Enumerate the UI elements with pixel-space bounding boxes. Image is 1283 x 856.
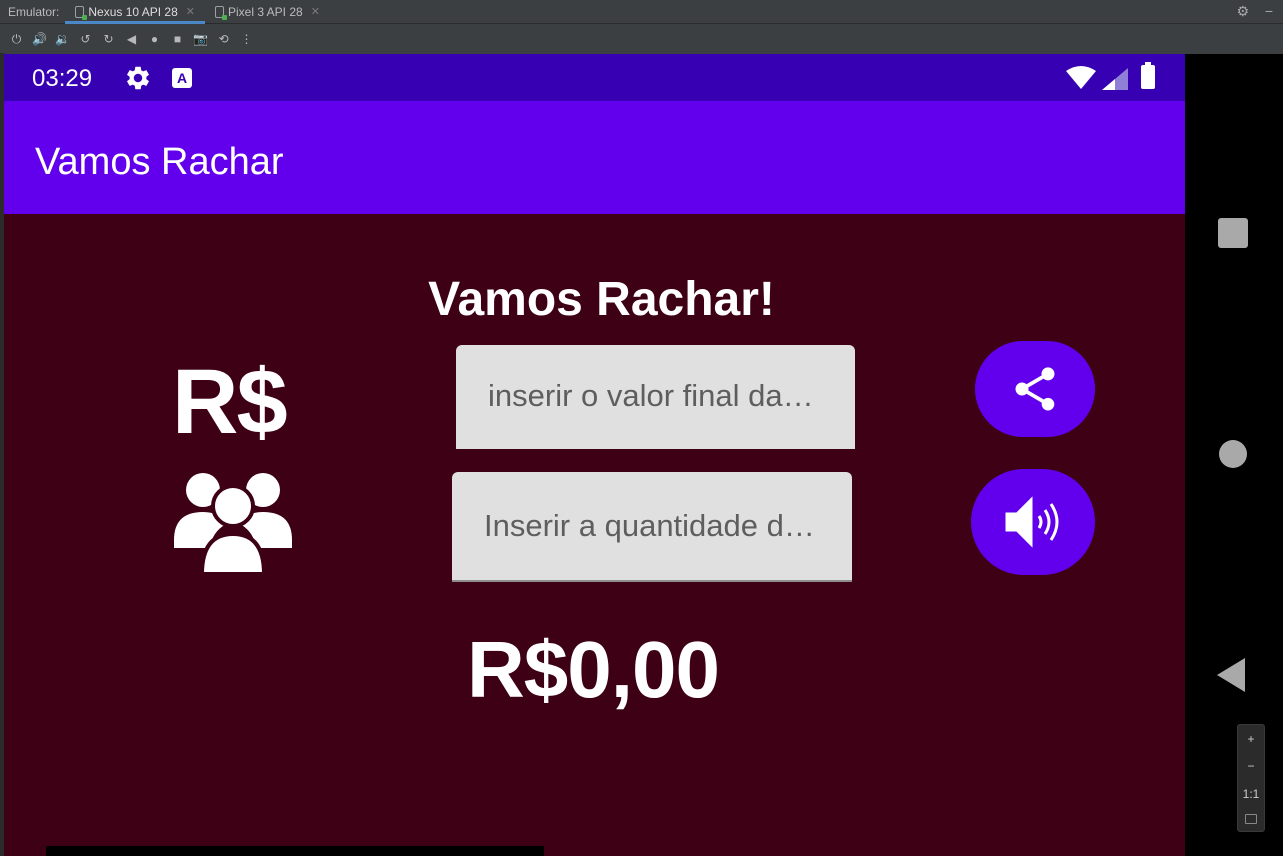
device-side-panel: + − 1:1 — [1185, 54, 1283, 856]
rotate-left-icon[interactable]: ↺ — [77, 31, 94, 48]
device-screen: 03:29 A Vamos Rachar Vamos Rachar! R$ in… — [4, 54, 1185, 856]
speak-result-button[interactable] — [971, 469, 1095, 575]
speaker-icon — [1005, 496, 1059, 548]
settings-icon — [127, 66, 149, 90]
tab-pixel-3[interactable]: Pixel 3 API 28 ✕ — [205, 0, 330, 24]
result-value: R$0,00 — [467, 625, 720, 714]
page-heading: Vamos Rachar! — [428, 273, 775, 326]
home-nav-icon[interactable] — [1219, 440, 1247, 468]
rotate-right-icon[interactable]: ↻ — [100, 31, 117, 48]
people-count-field[interactable] — [452, 472, 852, 582]
tab-label: Pixel 3 API 28 — [227, 4, 303, 19]
people-count-input[interactable] — [484, 508, 852, 544]
home-icon[interactable]: ● — [146, 31, 163, 48]
app-bar: Vamos Rachar — [4, 101, 1185, 214]
back-nav-icon[interactable] — [1217, 658, 1245, 692]
zoom-controls: + − 1:1 — [1237, 724, 1265, 832]
bottom-bar — [46, 846, 544, 856]
emulator-label: Emulator: — [8, 4, 60, 19]
app-notification-icon: A — [172, 68, 192, 88]
device-icon — [214, 5, 227, 20]
screenshot-icon[interactable]: 📷 — [192, 31, 209, 48]
status-bar: 03:29 A — [4, 54, 1185, 101]
people-group-icon — [174, 473, 292, 574]
close-icon[interactable]: ✕ — [186, 5, 195, 18]
status-time: 03:29 — [32, 65, 93, 92]
overview-nav-icon[interactable] — [1218, 218, 1248, 248]
volume-up-icon[interactable]: 🔊 — [31, 31, 48, 48]
share-button[interactable] — [975, 341, 1095, 437]
zoom-out-button[interactable]: − — [1247, 759, 1254, 773]
share-icon — [1015, 367, 1055, 411]
signal-icon — [1102, 68, 1128, 90]
zoom-in-button[interactable]: + — [1247, 732, 1254, 746]
snapshot-icon[interactable]: ⟲ — [215, 31, 232, 48]
settings-gear-icon[interactable]: ⚙ — [1236, 3, 1249, 20]
hide-icon[interactable]: − — [1265, 3, 1273, 19]
zoom-fit-icon[interactable] — [1245, 814, 1257, 825]
currency-label: R$ — [172, 351, 288, 453]
battery-icon — [1141, 62, 1155, 89]
tab-nexus-10[interactable]: Nexus 10 API 28 ✕ — [65, 0, 205, 24]
emulator-toolbar: ⏻ 🔊 🔉 ↺ ↻ ◀ ● ■ 📷 ⟲ ⋮ — [0, 25, 1283, 53]
back-icon[interactable]: ◀ — [123, 31, 140, 48]
volume-down-icon[interactable]: 🔉 — [54, 31, 71, 48]
zoom-actual-size-button[interactable]: 1:1 — [1243, 787, 1260, 801]
bill-value-input[interactable] — [488, 378, 855, 414]
bill-value-field[interactable] — [456, 345, 855, 449]
wifi-icon — [1066, 66, 1096, 89]
power-icon[interactable]: ⏻ — [8, 31, 25, 48]
more-icon[interactable]: ⋮ — [238, 31, 255, 48]
app-title: Vamos Rachar — [35, 141, 284, 183]
overview-icon[interactable]: ■ — [169, 31, 186, 48]
device-icon — [75, 5, 88, 20]
emulator-tabbar: Emulator: Nexus 10 API 28 ✕ Pixel 3 API … — [0, 0, 1283, 24]
close-icon[interactable]: ✕ — [311, 5, 320, 18]
tab-label: Nexus 10 API 28 — [88, 4, 178, 19]
